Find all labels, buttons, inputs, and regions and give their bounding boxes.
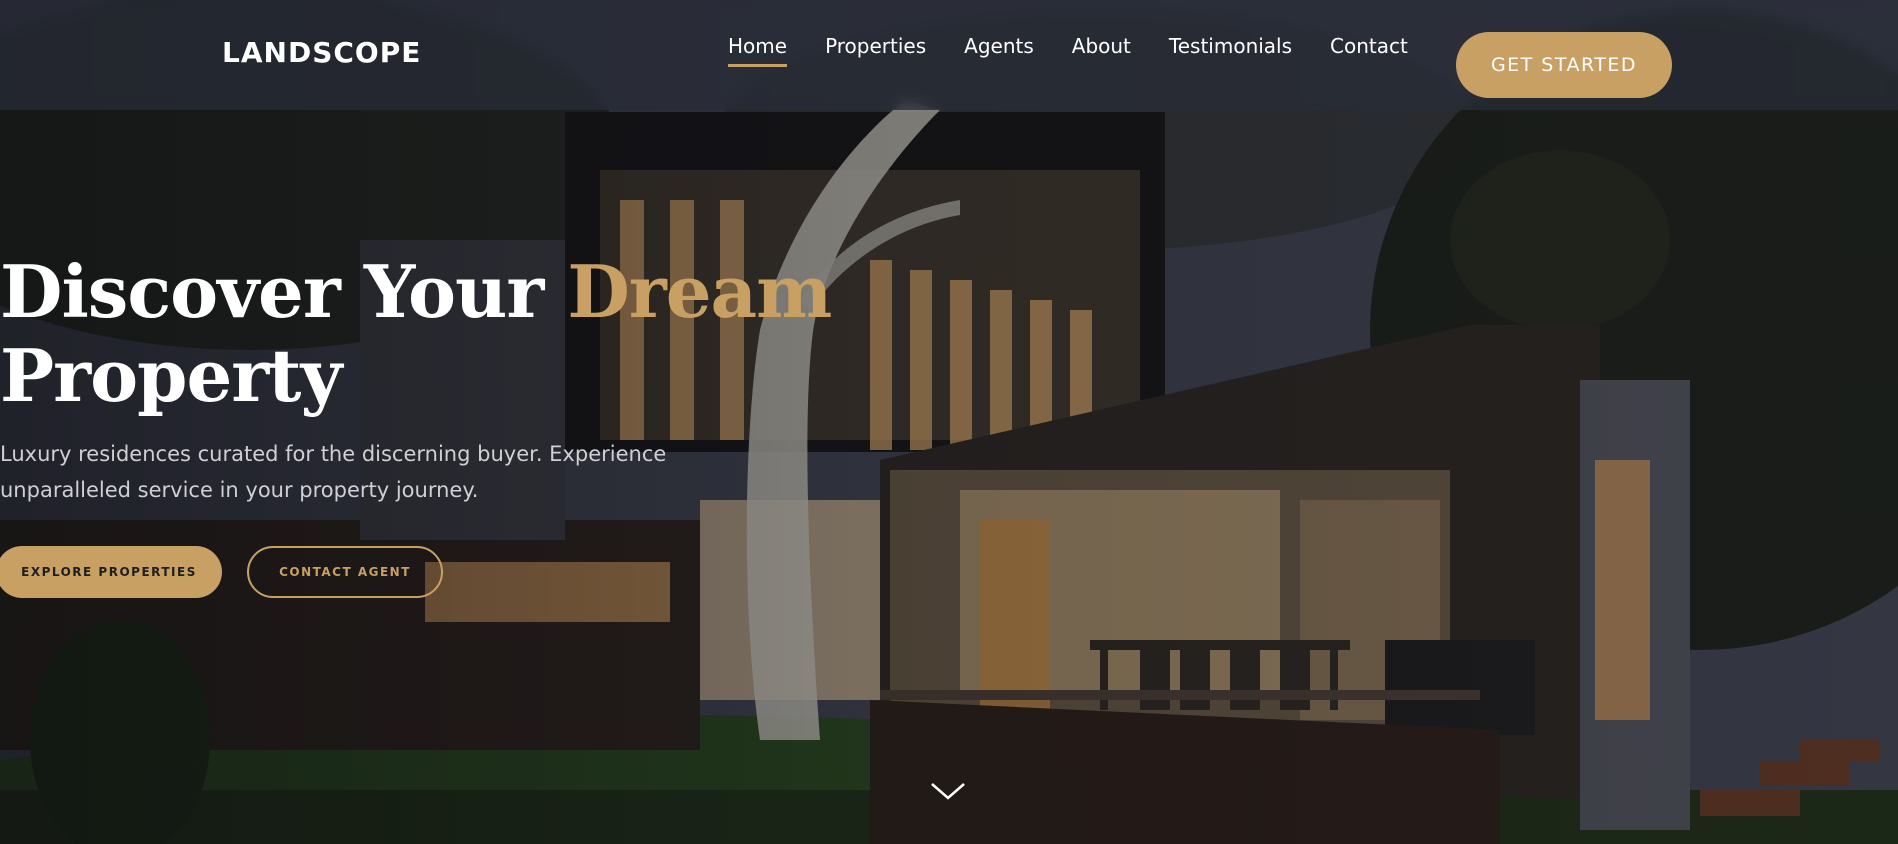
site-header: LANDSCOPE Home Properties Agents About T… xyxy=(0,0,1898,110)
nav-item-properties[interactable]: Properties xyxy=(825,34,926,67)
hero-headline: Discover Your Dream Property xyxy=(0,249,832,418)
headline-part2: Property xyxy=(0,333,342,418)
hero-subtext: Luxury residences curated for the discer… xyxy=(0,442,667,502)
get-started-button[interactable]: GET STARTED xyxy=(1456,32,1672,98)
headline-accent: Dream xyxy=(567,249,832,334)
chevron-down-icon[interactable] xyxy=(928,776,968,806)
nav-item-home[interactable]: Home xyxy=(728,34,788,67)
contact-agent-button[interactable]: CONTACT AGENT xyxy=(247,546,443,598)
headline-part1: Discover Your xyxy=(0,249,568,334)
site-logo[interactable]: LANDSCOPE xyxy=(222,36,421,69)
hero-overlay xyxy=(0,0,1898,844)
explore-properties-button[interactable]: EXPLORE PROPERTIES xyxy=(0,546,222,598)
nav-item-contact[interactable]: Contact xyxy=(1330,34,1408,67)
nav-item-testimonials[interactable]: Testimonials xyxy=(1169,34,1292,67)
nav-item-about[interactable]: About xyxy=(1072,34,1131,67)
main-nav: Home Properties Agents About Testimonial… xyxy=(728,34,1408,67)
hero-section: LANDSCOPE Home Properties Agents About T… xyxy=(0,0,1898,844)
nav-item-agents[interactable]: Agents xyxy=(964,34,1034,67)
